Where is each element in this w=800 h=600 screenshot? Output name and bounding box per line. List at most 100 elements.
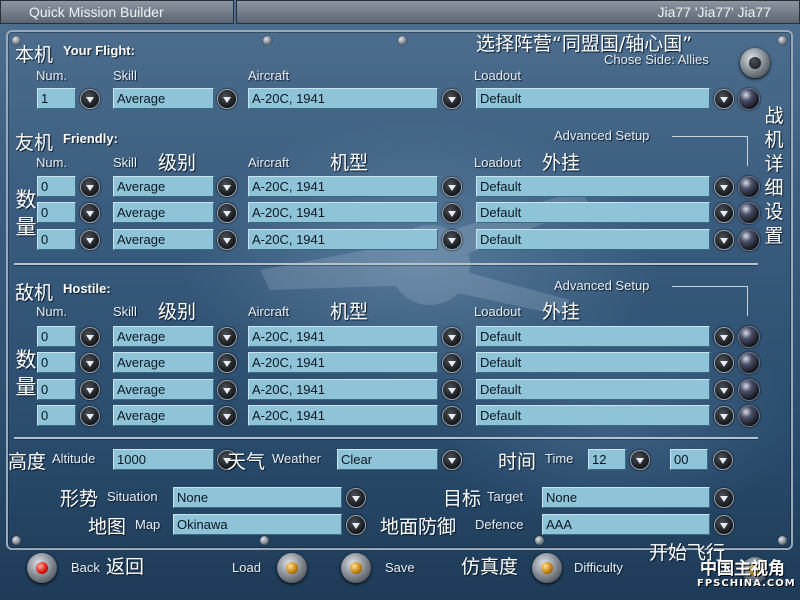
chevron-down-icon[interactable] [80, 203, 100, 223]
chevron-down-icon[interactable] [714, 515, 734, 535]
chevron-down-icon[interactable] [442, 177, 462, 197]
load-button[interactable] [277, 553, 307, 583]
friendly-aircraft-field[interactable]: A-20C, 1941 [248, 229, 438, 250]
weather-field[interactable]: Clear [337, 449, 438, 470]
chevron-down-icon[interactable] [217, 89, 237, 109]
chevron-down-icon[interactable] [217, 353, 237, 373]
hostile-loadout-field[interactable]: Default [476, 405, 710, 426]
chevron-down-icon[interactable] [80, 230, 100, 250]
col-header-aircraft-cn: 机型 [330, 301, 369, 323]
hostile-loadout-field[interactable]: Default [476, 379, 710, 400]
friendly-advanced-button[interactable] [738, 176, 760, 198]
situation-field[interactable]: None [173, 487, 342, 508]
friendly-skill-field[interactable]: Average [113, 202, 214, 223]
chevron-down-icon[interactable] [714, 230, 734, 250]
chevron-down-icon[interactable] [217, 177, 237, 197]
hostile-advanced-button[interactable] [738, 352, 760, 374]
chevron-down-icon[interactable] [442, 353, 462, 373]
chevron-down-icon[interactable] [217, 230, 237, 250]
hostile-aircraft-field[interactable]: A-20C, 1941 [248, 326, 438, 347]
chevron-down-icon[interactable] [442, 450, 462, 470]
friendly-loadout-field[interactable]: Default [476, 229, 710, 250]
friendly-aircraft-field[interactable]: A-20C, 1941 [248, 176, 438, 197]
friendly-num-field[interactable]: 0 [37, 176, 76, 197]
friendly-advanced-button[interactable] [738, 229, 760, 251]
save-label: Save [385, 560, 415, 575]
chevron-down-icon[interactable] [80, 353, 100, 373]
difficulty-button[interactable] [532, 553, 562, 583]
hostile-aircraft-field[interactable]: A-20C, 1941 [248, 405, 438, 426]
chevron-down-icon[interactable] [346, 488, 366, 508]
hostile-quantity-label-cn: 数量 [15, 348, 37, 399]
hostile-num-field[interactable]: 0 [37, 405, 76, 426]
friendly-quantity-label-cn: 数量 [15, 188, 37, 239]
chevron-down-icon[interactable] [217, 203, 237, 223]
back-button[interactable] [27, 553, 57, 583]
friendly-loadout-field[interactable]: Default [476, 176, 710, 197]
chevron-down-icon[interactable] [442, 203, 462, 223]
your-flight-loadout-field[interactable]: Default [476, 88, 710, 109]
altitude-field[interactable]: 1000 [113, 449, 214, 470]
chevron-down-icon[interactable] [630, 450, 650, 470]
your-flight-advanced-button[interactable] [738, 88, 760, 110]
friendly-num-field[interactable]: 0 [37, 229, 76, 250]
chevron-down-icon[interactable] [714, 353, 734, 373]
friendly-skill-field[interactable]: Average [113, 176, 214, 197]
hostile-aircraft-field[interactable]: A-20C, 1941 [248, 379, 438, 400]
hostile-num-field[interactable]: 0 [37, 352, 76, 373]
chevron-down-icon[interactable] [442, 380, 462, 400]
chevron-down-icon[interactable] [80, 177, 100, 197]
hostile-skill-field[interactable]: Average [113, 352, 214, 373]
chevron-down-icon[interactable] [714, 406, 734, 426]
hostile-advanced-button[interactable] [738, 379, 760, 401]
save-button[interactable] [341, 553, 371, 583]
hostile-skill-field[interactable]: Average [113, 405, 214, 426]
chevron-down-icon[interactable] [80, 406, 100, 426]
hostile-aircraft-field[interactable]: A-20C, 1941 [248, 352, 438, 373]
friendly-num-field[interactable]: 0 [37, 202, 76, 223]
back-label: Back [71, 560, 100, 575]
friendly-advanced-button[interactable] [738, 202, 760, 224]
chevron-down-icon[interactable] [714, 380, 734, 400]
target-field[interactable]: None [542, 487, 710, 508]
your-flight-num-field[interactable]: 1 [37, 88, 76, 109]
friendly-loadout-field[interactable]: Default [476, 202, 710, 223]
hostile-loadout-field[interactable]: Default [476, 352, 710, 373]
target-label-cn: 目标 [443, 488, 482, 510]
map-label-cn: 地图 [88, 516, 127, 538]
chevron-down-icon[interactable] [217, 380, 237, 400]
time-minute-field[interactable]: 00 [670, 449, 708, 470]
your-flight-skill-field[interactable]: Average [113, 88, 214, 109]
defence-field[interactable]: AAA [542, 514, 710, 535]
hostile-advanced-button[interactable] [738, 405, 760, 427]
chevron-down-icon[interactable] [442, 406, 462, 426]
chevron-down-icon[interactable] [80, 380, 100, 400]
col-header-skill-cn: 级别 [158, 152, 197, 174]
chevron-down-icon[interactable] [714, 203, 734, 223]
hostile-num-field[interactable]: 0 [37, 379, 76, 400]
chevron-down-icon[interactable] [217, 406, 237, 426]
map-field[interactable]: Okinawa [173, 514, 342, 535]
chevron-down-icon[interactable] [714, 327, 734, 347]
chevron-down-icon[interactable] [346, 515, 366, 535]
chevron-down-icon[interactable] [442, 327, 462, 347]
chevron-down-icon[interactable] [217, 327, 237, 347]
friendly-aircraft-field[interactable]: A-20C, 1941 [248, 202, 438, 223]
chevron-down-icon[interactable] [713, 450, 733, 470]
hostile-advanced-button[interactable] [738, 326, 760, 348]
chevron-down-icon[interactable] [714, 177, 734, 197]
chevron-down-icon[interactable] [80, 327, 100, 347]
chevron-down-icon[interactable] [714, 89, 734, 109]
chevron-down-icon[interactable] [442, 230, 462, 250]
choose-side-toggle-button[interactable] [740, 48, 770, 78]
friendly-skill-field[interactable]: Average [113, 229, 214, 250]
time-hour-field[interactable]: 12 [588, 449, 626, 470]
your-flight-aircraft-field[interactable]: A-20C, 1941 [248, 88, 438, 109]
chevron-down-icon[interactable] [80, 89, 100, 109]
hostile-loadout-field[interactable]: Default [476, 326, 710, 347]
hostile-num-field[interactable]: 0 [37, 326, 76, 347]
hostile-skill-field[interactable]: Average [113, 326, 214, 347]
chevron-down-icon[interactable] [442, 89, 462, 109]
chevron-down-icon[interactable] [714, 488, 734, 508]
hostile-skill-field[interactable]: Average [113, 379, 214, 400]
